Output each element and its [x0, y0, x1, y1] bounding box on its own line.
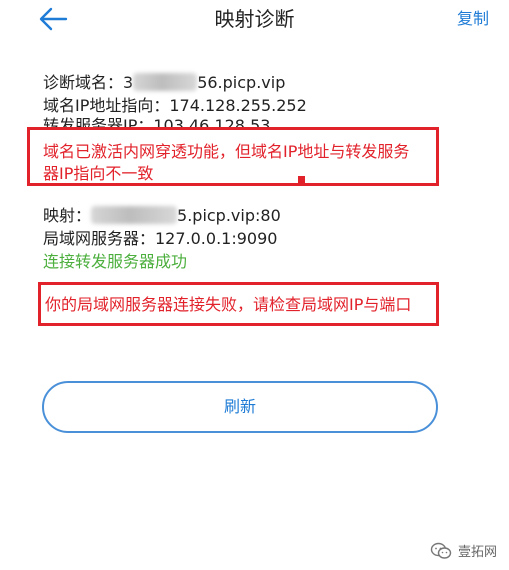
connect-success-status: 连接转发服务器成功: [43, 252, 188, 271]
lan-error-text: 你的局域网服务器连接失败，请检查局域网IP与端口: [45, 295, 412, 314]
annotation-mark: [298, 176, 305, 183]
lan-server-address: 局域网服务器：127.0.0.1:9090: [43, 229, 278, 248]
mapping-diagnosis-screen: 映射诊断 复制 诊断域名：3 56.picp.vip 域名IP地址指向：174.1…: [0, 0, 509, 570]
redacted-blur: [91, 206, 178, 224]
lan-error-box: 你的局域网服务器连接失败，请检查局域网IP与端口: [38, 282, 439, 326]
watermark-text: 壹拓网: [457, 545, 497, 560]
domain-warning-box: 域名已激活内网穿透功能，但域名IP地址与转发服务 器IP指向不一致: [27, 127, 439, 186]
forward-server-ip-clipped: 转发服务器IP：103.46.128.53: [43, 115, 463, 127]
wechat-icon: [430, 542, 452, 559]
diagnosis-domain-suffix: 56.picp.vip: [197, 73, 286, 92]
diagnosis-domain-prefix: 诊断域名：3: [43, 73, 134, 92]
refresh-label: 刷新: [223, 397, 256, 416]
domain-ip-pointing: 域名IP地址指向：174.128.255.252: [43, 96, 307, 115]
header-bar: 映射诊断 复制: [0, 0, 509, 40]
watermark: 壹拓网: [430, 541, 497, 560]
domain-warning-line-2: 器IP指向不一致: [43, 164, 154, 183]
mapping-address: 映射： 5.picp.vip:80: [43, 205, 281, 227]
redacted-blur: [133, 73, 198, 91]
forward-server-ip: 转发服务器IP：103.46.128.53: [43, 116, 271, 127]
mapping-prefix: 映射：: [43, 206, 92, 225]
mapping-suffix: 5.picp.vip:80: [177, 206, 281, 225]
diagnosis-domain: 诊断域名：3 56.picp.vip: [43, 72, 285, 94]
refresh-button[interactable]: 刷新: [42, 381, 438, 433]
page-title: 映射诊断: [214, 7, 295, 31]
domain-warning-line-1: 域名已激活内网穿透功能，但域名IP地址与转发服务: [43, 142, 410, 161]
copy-button[interactable]: 复制: [457, 8, 489, 30]
